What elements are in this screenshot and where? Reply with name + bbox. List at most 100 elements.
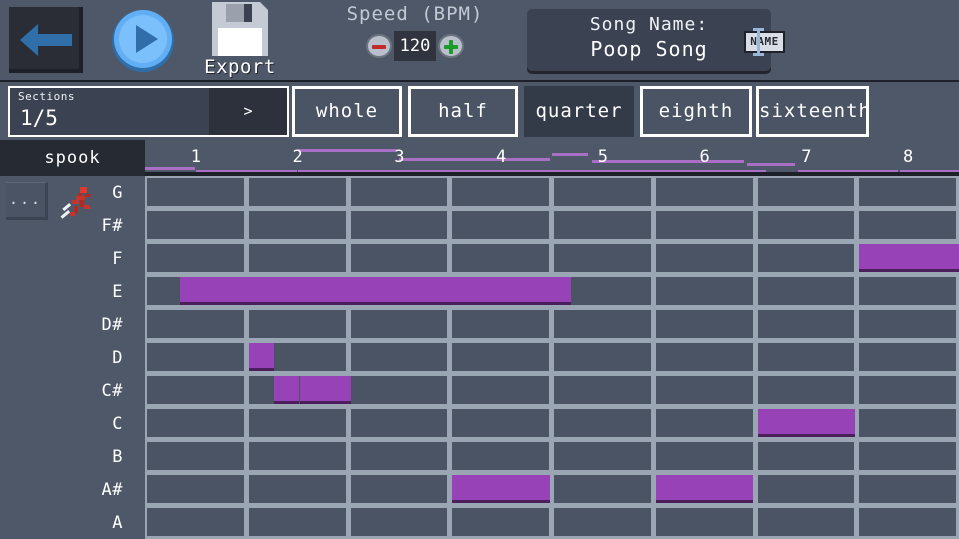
duration-button-whole[interactable]: whole — [292, 86, 402, 137]
grid-cell[interactable] — [859, 475, 956, 503]
grid-cell[interactable] — [656, 442, 753, 470]
grid-cell[interactable] — [656, 310, 753, 338]
grid-cell[interactable] — [554, 310, 651, 338]
grid-cell[interactable] — [351, 310, 448, 338]
grid-cell[interactable] — [351, 343, 448, 371]
grid-cell[interactable] — [147, 376, 244, 404]
grid-cell[interactable] — [554, 343, 651, 371]
grid-cell[interactable] — [351, 475, 448, 503]
grid-cell[interactable] — [249, 178, 346, 206]
piano-roll-grid[interactable] — [145, 176, 959, 539]
grid-cell[interactable] — [656, 178, 753, 206]
grid-cell[interactable] — [554, 475, 651, 503]
grid-cell[interactable] — [859, 409, 956, 437]
grid-cell[interactable] — [351, 244, 448, 272]
grid-cell[interactable] — [758, 211, 855, 239]
placed-note-Asharp[interactable] — [656, 475, 754, 503]
back-button[interactable] — [9, 7, 83, 73]
grid-cell[interactable] — [452, 376, 549, 404]
grid-cell[interactable] — [656, 343, 753, 371]
grid-cell[interactable] — [859, 178, 956, 206]
grid-cell[interactable] — [656, 277, 753, 305]
grid-cell[interactable] — [351, 211, 448, 239]
grid-cell[interactable] — [147, 508, 244, 536]
grid-cell[interactable] — [554, 409, 651, 437]
grid-cell[interactable] — [452, 244, 549, 272]
grid-cell[interactable] — [249, 211, 346, 239]
grid-cell[interactable] — [554, 508, 651, 536]
grid-cell[interactable] — [249, 409, 346, 437]
grid-cell[interactable] — [758, 508, 855, 536]
grid-cell[interactable] — [656, 376, 753, 404]
grid-cell[interactable] — [859, 211, 956, 239]
placed-note-D[interactable] — [249, 343, 274, 371]
grid-cell[interactable] — [249, 244, 346, 272]
grid-cell[interactable] — [147, 409, 244, 437]
grid-cell[interactable] — [452, 178, 549, 206]
running-skeleton-icon[interactable] — [56, 182, 96, 222]
play-button[interactable] — [110, 8, 176, 74]
duration-button-quarter[interactable]: quarter — [524, 86, 634, 137]
bpm-value[interactable]: 120 — [394, 31, 436, 61]
placed-note-Csharp[interactable] — [300, 376, 351, 404]
sections-selector[interactable]: Sections 1/5 > — [8, 86, 289, 137]
grid-cell[interactable] — [758, 475, 855, 503]
placed-note-F[interactable] — [859, 244, 959, 272]
placed-note-C[interactable] — [758, 409, 856, 437]
export-button[interactable]: Export — [197, 2, 283, 78]
grid-cell[interactable] — [147, 211, 244, 239]
grid-cell[interactable] — [656, 409, 753, 437]
grid-cell[interactable] — [758, 277, 855, 305]
rename-song-button[interactable]: NAME — [744, 31, 785, 53]
placed-note-Asharp[interactable] — [452, 475, 550, 503]
grid-cell[interactable] — [147, 442, 244, 470]
grid-cell[interactable] — [859, 442, 956, 470]
grid-cell[interactable] — [758, 343, 855, 371]
duration-button-half[interactable]: half — [408, 86, 518, 137]
grid-cell[interactable] — [249, 442, 346, 470]
timeline-overview[interactable]: 12345678 — [145, 140, 959, 176]
duration-button-sixteenth[interactable]: sixteenth — [756, 86, 869, 137]
grid-cell[interactable] — [656, 508, 753, 536]
grid-cell[interactable] — [452, 211, 549, 239]
grid-cell[interactable] — [147, 244, 244, 272]
grid-cell[interactable] — [758, 310, 855, 338]
grid-cell[interactable] — [554, 178, 651, 206]
grid-cell[interactable] — [758, 178, 855, 206]
grid-cell[interactable] — [554, 244, 651, 272]
grid-cell[interactable] — [758, 376, 855, 404]
grid-cell[interactable] — [859, 376, 956, 404]
grid-cell[interactable] — [758, 244, 855, 272]
grid-cell[interactable] — [758, 442, 855, 470]
track-options-button[interactable]: ... — [6, 182, 48, 220]
placed-note-Csharp[interactable] — [274, 376, 298, 404]
grid-cell[interactable] — [452, 409, 549, 437]
grid-cell[interactable] — [147, 310, 244, 338]
grid-cell[interactable] — [249, 475, 346, 503]
grid-cell[interactable] — [859, 277, 956, 305]
grid-cell[interactable] — [656, 211, 753, 239]
placed-note-E[interactable] — [180, 277, 572, 305]
grid-cell[interactable] — [859, 310, 956, 338]
grid-cell[interactable] — [147, 343, 244, 371]
grid-cell[interactable] — [859, 508, 956, 536]
grid-cell[interactable] — [351, 409, 448, 437]
grid-cell[interactable] — [554, 211, 651, 239]
grid-cell[interactable] — [859, 343, 956, 371]
grid-cell[interactable] — [351, 178, 448, 206]
grid-cell[interactable] — [147, 178, 244, 206]
track-name[interactable]: spook — [0, 140, 145, 176]
grid-cell[interactable] — [249, 310, 346, 338]
grid-cell[interactable] — [351, 376, 448, 404]
grid-cell[interactable] — [351, 508, 448, 536]
grid-cell[interactable] — [452, 310, 549, 338]
grid-cell[interactable] — [452, 508, 549, 536]
grid-cell[interactable] — [147, 475, 244, 503]
plus-knob-icon[interactable] — [438, 34, 464, 58]
sections-next-button[interactable]: > — [209, 88, 287, 135]
duration-button-eighth[interactable]: eighth — [640, 86, 752, 137]
grid-cell[interactable] — [656, 244, 753, 272]
grid-cell[interactable] — [452, 343, 549, 371]
grid-cell[interactable] — [554, 442, 651, 470]
grid-cell[interactable] — [249, 508, 346, 536]
